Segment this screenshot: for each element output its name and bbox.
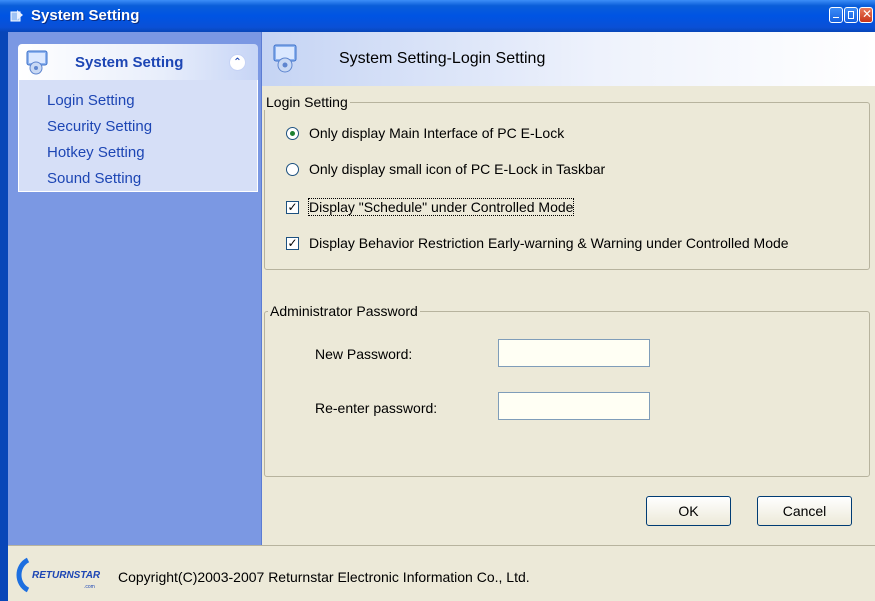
- checkbox-schedule[interactable]: ✓ Display "Schedule" under Controlled Mo…: [286, 198, 575, 216]
- sidebar-item-sound-setting[interactable]: Sound Setting: [47, 170, 141, 187]
- radio-button-selected[interactable]: [286, 126, 299, 140]
- window-title: System Setting: [31, 7, 140, 24]
- title-bar[interactable]: System Setting ✕: [0, 0, 875, 32]
- close-button[interactable]: ✕: [859, 7, 873, 23]
- page-title: System Setting-Login Setting: [339, 50, 546, 67]
- sidebar-item-security-setting[interactable]: Security Setting: [47, 118, 152, 135]
- checkbox-checked[interactable]: ✓: [286, 200, 299, 214]
- radio-small-icon[interactable]: Only display small icon of PC E-Lock in …: [286, 161, 605, 177]
- main-panel: System Setting-Login Setting Login Setti…: [262, 32, 875, 545]
- login-setting-legend: Login Setting: [264, 94, 350, 110]
- sidebar-title: System Setting: [75, 54, 184, 71]
- sidebar-item-login-setting[interactable]: Login Setting: [47, 92, 135, 109]
- footer: RETURNSTAR .com Copyright(C)2003-2007 Re…: [8, 545, 875, 601]
- window-frame-left: [0, 32, 8, 601]
- sidebar-list: Login Setting Security Setting Hotkey Se…: [18, 80, 258, 192]
- copyright-text: Copyright(C)2003-2007 Returnstar Electro…: [118, 569, 530, 585]
- sidebar-item-hotkey-setting[interactable]: Hotkey Setting: [47, 144, 145, 161]
- new-password-label: New Password:: [315, 346, 413, 362]
- cancel-button[interactable]: Cancel: [757, 496, 852, 526]
- minimize-button[interactable]: [829, 7, 843, 23]
- sidebar: System Setting ⌃ Login Setting Security …: [8, 32, 262, 545]
- radio-main-interface[interactable]: Only display Main Interface of PC E-Lock: [286, 125, 564, 141]
- close-icon: ✕: [862, 7, 873, 21]
- new-password-input[interactable]: [498, 339, 650, 367]
- checkbox-behavior-label: Display Behavior Restriction Early-warni…: [309, 235, 789, 251]
- admin-password-legend: Administrator Password: [268, 303, 420, 319]
- checkbox-schedule-label: Display "Schedule" under Controlled Mode: [307, 198, 575, 216]
- ok-button[interactable]: OK: [646, 496, 731, 526]
- radio-small-label: Only display small icon of PC E-Lock in …: [309, 161, 606, 177]
- returnstar-logo: RETURNSTAR .com: [16, 557, 101, 593]
- app-icon: [10, 10, 23, 22]
- radio-main-label: Only display Main Interface of PC E-Lock: [309, 125, 565, 141]
- window-controls: ✕: [829, 7, 873, 23]
- checkbox-checked[interactable]: ✓: [286, 236, 299, 250]
- svg-text:RETURNSTAR: RETURNSTAR: [32, 570, 101, 581]
- computer-settings-icon: [26, 50, 48, 75]
- computer-settings-icon: [273, 44, 297, 73]
- reenter-password-label: Re-enter password:: [315, 400, 438, 416]
- checkbox-behavior[interactable]: ✓ Display Behavior Restriction Early-war…: [286, 235, 789, 251]
- radio-button[interactable]: [286, 162, 299, 176]
- sidebar-header[interactable]: System Setting ⌃: [18, 44, 258, 80]
- maximize-button[interactable]: [844, 7, 858, 23]
- double-chevron-up-icon[interactable]: ⌃: [229, 54, 246, 71]
- svg-text:.com: .com: [84, 584, 95, 590]
- main-header: System Setting-Login Setting: [262, 32, 875, 86]
- reenter-password-input[interactable]: [498, 392, 650, 420]
